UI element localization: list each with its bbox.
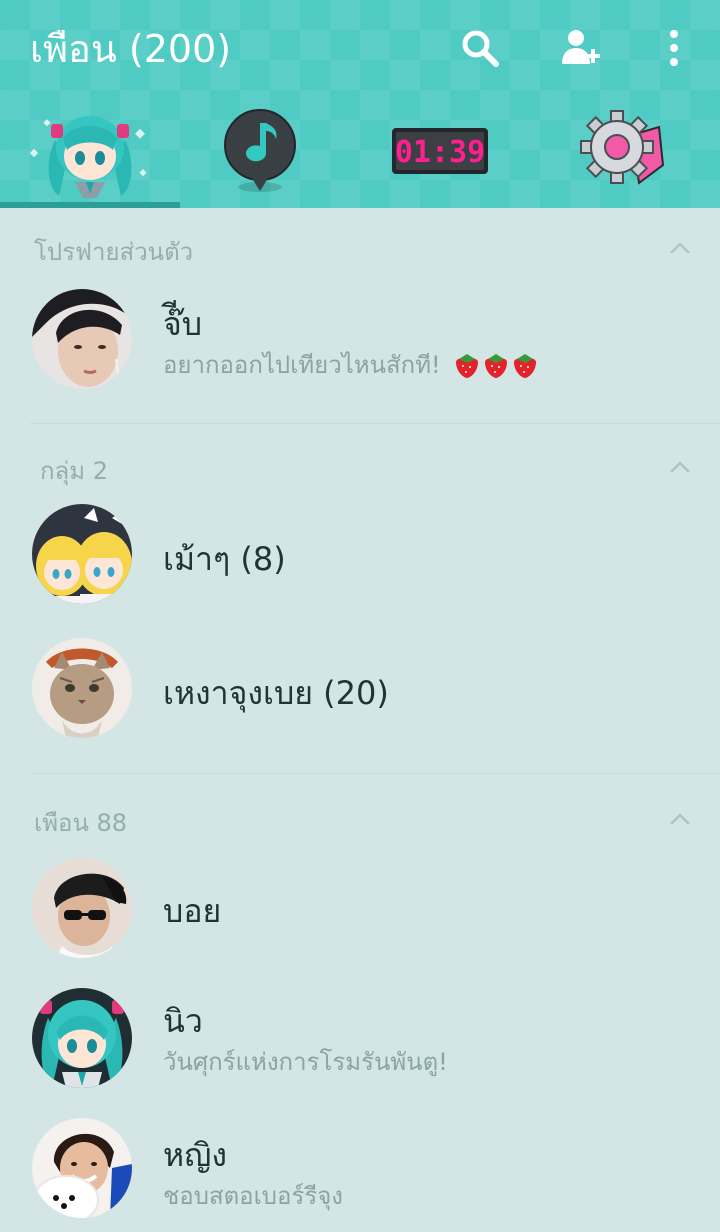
page-title: เพือน (200) xyxy=(30,27,232,71)
section-header-profile[interactable]: โปรฟายส่วนตัว xyxy=(0,218,720,278)
divider xyxy=(30,773,720,774)
group-row[interactable]: เม้าๆ (8) xyxy=(0,494,720,614)
section-label: โปรฟายส่วนตัว xyxy=(34,238,194,266)
friend-row[interactable]: หญิง ชอบสตอเบอร์รีจุง xyxy=(0,1108,720,1228)
group-name: เม้าๆ (8) xyxy=(163,540,286,578)
avatar xyxy=(32,504,132,604)
friend-name: หญิง xyxy=(163,1136,227,1174)
chevron-up-icon[interactable] xyxy=(668,455,692,479)
music-note-icon xyxy=(224,109,296,192)
section-label: กลุ่ม 2 xyxy=(40,457,108,485)
avatar xyxy=(32,638,132,738)
active-tab-indicator xyxy=(0,202,180,208)
friend-row[interactable]: บอย xyxy=(0,848,720,968)
add-friend-button[interactable] xyxy=(558,26,602,70)
avatar xyxy=(32,1118,132,1218)
section-header-groups[interactable]: กลุ่ม 2 xyxy=(0,437,720,497)
profile-status-text: อยากออกไปเทียวไหนสักที! xyxy=(163,351,441,379)
avatar xyxy=(32,988,132,1088)
clock-text: 01:39 xyxy=(395,135,485,170)
tab-chats[interactable] xyxy=(170,96,350,204)
section-header-friends[interactable]: เพือน 88 xyxy=(0,789,720,849)
app-header: เพือน (200) 01:39 xyxy=(0,0,720,208)
friend-status: วันศุกร์แห่งการโรมรันพันตู! xyxy=(163,1048,448,1076)
profile-status: อยากออกไปเทียวไหนสักที! xyxy=(163,345,537,384)
search-button[interactable] xyxy=(458,26,502,70)
friend-status: ชอบสตอเบอร์รีจุง xyxy=(163,1182,343,1210)
chevron-up-icon[interactable] xyxy=(668,236,692,260)
strawberry-emoji-icon xyxy=(456,354,537,378)
profile-row[interactable]: จ๊ีบ อยากออกไปเทียวไหนสักที! xyxy=(0,279,720,399)
friend-name: นิว xyxy=(163,1002,203,1040)
more-icon xyxy=(670,30,678,66)
group-row[interactable]: เหงาจุงเบย (20) xyxy=(0,628,720,748)
divider xyxy=(30,423,720,424)
section-label: เพือน 88 xyxy=(34,809,128,837)
gear-icon xyxy=(580,110,665,185)
tab-timeline[interactable]: 01:39 xyxy=(350,96,530,204)
digital-clock-icon: 01:39 xyxy=(392,128,488,174)
profile-name: จ๊ีบ xyxy=(163,305,203,343)
search-icon xyxy=(462,30,499,67)
more-menu-button[interactable] xyxy=(652,26,696,70)
group-name: เหงาจุงเบย (20) xyxy=(163,674,389,712)
tab-friends[interactable] xyxy=(0,96,180,204)
tab-settings[interactable] xyxy=(532,96,712,204)
add-friend-icon xyxy=(562,30,600,64)
miku-chibi-icon xyxy=(29,116,147,198)
friend-row[interactable]: นิว วันศุกร์แห่งการโรมรันพันตู! xyxy=(0,978,720,1098)
friend-name: บอย xyxy=(163,892,222,930)
avatar xyxy=(32,289,132,389)
avatar xyxy=(32,858,132,958)
chevron-up-icon[interactable] xyxy=(668,807,692,831)
